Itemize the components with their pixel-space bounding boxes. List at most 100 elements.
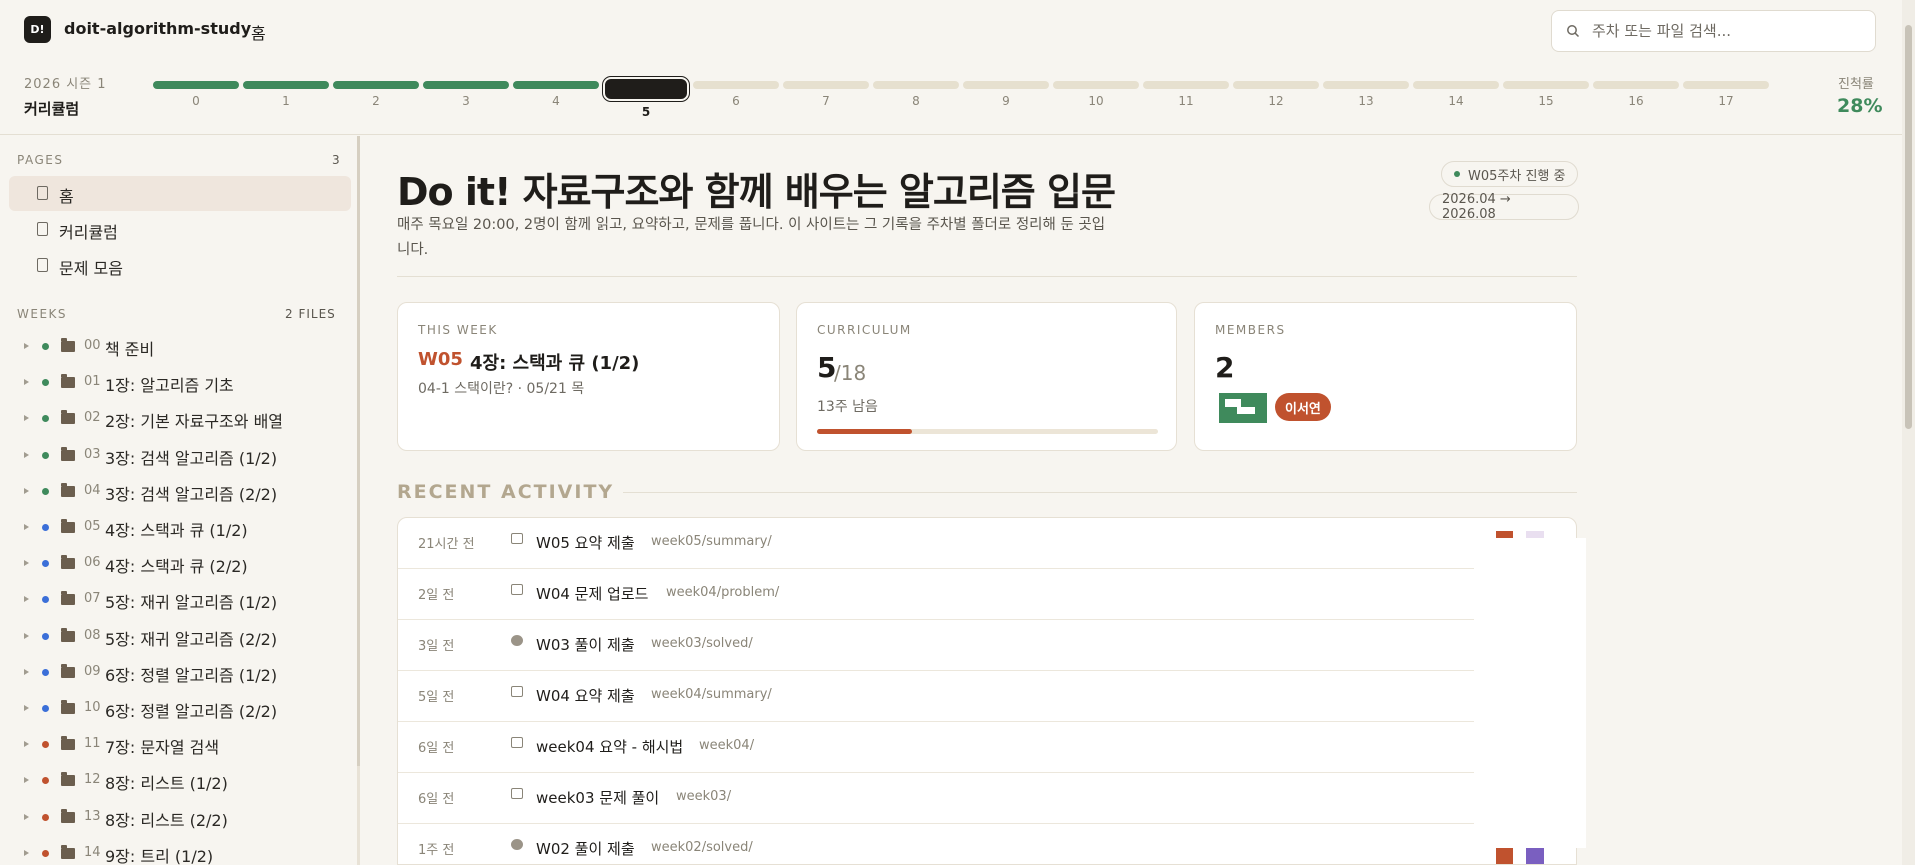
page-scrollbar[interactable] [1902,0,1915,865]
activity-row[interactable]: 2일 전 W04 문제 업로드 week04/problem/ [398,569,1576,620]
activity-title[interactable]: W04 요약 제출 [536,685,635,706]
sidebar-page-item[interactable]: 문제 모음 [9,248,351,283]
this-week-card[interactable]: THIS WEEK W05 4장: 스택과 큐 (1/2) 04-1 스택이란?… [397,302,780,451]
activity-path[interactable]: week04/problem/ [666,585,779,600]
app-logo[interactable]: D! [24,16,51,43]
sidebar-week-item[interactable]: 09 6장: 정렬 알고리즘 (1/2) [9,659,351,689]
expand-caret-icon[interactable] [24,741,29,748]
sidebar-page-item[interactable]: 커리큘럼 [9,212,351,247]
sidebar-week-item[interactable]: 00 책 준비 [9,333,351,363]
curriculum-progress-bar [817,429,1158,434]
search-box[interactable] [1551,10,1876,52]
week-segment-13[interactable] [1323,81,1409,89]
expand-caret-icon[interactable] [24,524,29,530]
week-segment-14[interactable] [1413,81,1499,89]
activity-path[interactable]: week05/summary/ [651,534,772,549]
activity-path[interactable]: week04/ [699,738,754,753]
week-segment-5[interactable] [602,76,690,102]
expand-caret-icon[interactable] [24,415,29,422]
sidebar-week-item[interactable]: 08 5장: 재귀 알고리즘 (2/2) [9,623,351,653]
activity-row[interactable]: 1주 전 W02 풀이 제출 week02/solved/ [398,824,1576,864]
status-dot [42,849,49,857]
activity-row[interactable]: 21시간 전 W05 요약 제출 week05/summary/ [398,518,1576,569]
week-segment-15[interactable] [1503,81,1589,89]
week-segment-10[interactable] [1053,81,1139,89]
activity-title[interactable]: week04 요약 - 해시법 [536,736,683,757]
week-segment-17[interactable] [1683,81,1769,89]
progress-value: 28% [1837,95,1883,117]
week-num: 03 [84,446,101,462]
member-badge[interactable]: 이서연 [1275,393,1331,421]
status-dot [42,415,49,423]
sidebar-scrollbar[interactable] [357,136,360,766]
avatar[interactable] [1219,393,1267,423]
week-segment-6[interactable] [693,81,779,89]
week-segment-12[interactable] [1233,81,1319,89]
activity-title[interactable]: W02 풀이 제출 [536,838,635,859]
scrollbar-thumb[interactable] [1905,25,1912,429]
activity-time: 1주 전 [418,843,455,858]
app-name[interactable]: doit-algorithm-study [64,19,251,38]
sidebar-page-label: 홈 [59,187,74,206]
week-segment-2[interactable] [333,81,419,89]
expand-caret-icon[interactable] [24,487,29,494]
week-segment-9[interactable] [963,81,1049,89]
folder-icon [61,410,75,425]
expand-caret-icon[interactable] [24,813,29,820]
week-num: 02 [84,410,101,426]
expand-caret-icon[interactable] [24,849,29,856]
week-number-label: 8 [912,94,920,108]
activity-title[interactable]: week03 문제 풀이 [536,787,659,808]
week-segment-7[interactable] [783,81,869,89]
sidebar-week-item[interactable]: 07 5장: 재귀 알고리즘 (1/2) [9,586,351,616]
curriculum-card[interactable]: CURRICULUM 5 /18 13주 남음 [796,302,1177,451]
expand-caret-icon[interactable] [24,451,29,458]
week-segment-11[interactable] [1143,81,1229,89]
week-segment-16[interactable] [1593,81,1679,89]
sidebar-week-item[interactable]: 11 7장: 문자열 검색 [9,731,351,761]
activity-path[interactable]: week03/ [676,789,731,804]
activity-path[interactable]: week02/solved/ [651,840,753,855]
sidebar-page-item[interactable]: 홈 [9,176,351,211]
sidebar-week-item[interactable]: 06 4장: 스택과 큐 (2/2) [9,550,351,580]
sidebar-week-item[interactable]: 04 3장: 검색 알고리즘 (2/2) [9,478,351,508]
week-segment-1[interactable] [243,81,329,89]
activity-row[interactable]: 3일 전 W03 풀이 제출 week03/solved/ [398,620,1576,671]
activity-title[interactable]: W03 풀이 제출 [536,634,635,655]
week-number-label: 6 [732,94,740,108]
activity-title[interactable]: W05 요약 제출 [536,532,635,553]
sidebar-week-item[interactable]: 03 3장: 검색 알고리즘 (1/2) [9,442,351,472]
sidebar-week-item[interactable]: 01 1장: 알고리즘 기초 [9,369,351,399]
sidebar-week-item[interactable]: 13 8장: 리스트 (2/2) [9,804,351,834]
expand-caret-icon[interactable] [24,777,29,784]
members-card[interactable]: MEMBERS 2 이서연 [1194,302,1577,451]
activity-row[interactable]: 5일 전 W04 요약 제출 week04/summary/ [398,671,1576,722]
expand-caret-icon[interactable] [24,379,29,386]
week-number-label: 4 [552,94,560,108]
recent-activity-title: RECENT ACTIVITY [397,481,615,503]
expand-caret-icon[interactable] [24,668,29,675]
activity-row[interactable]: 6일 전 week04 요약 - 해시법 week04/ [398,722,1576,773]
weeks-count: 2 FILES [285,307,336,321]
week-segment-8[interactable] [873,81,959,89]
activity-row[interactable]: 6일 전 week03 문제 풀이 week03/ [398,773,1576,824]
search-input[interactable] [1592,19,1862,43]
sidebar-week-item[interactable]: 12 8장: 리스트 (1/2) [9,767,351,797]
sidebar-week-item[interactable]: 02 2장: 기본 자료구조와 배열 [9,405,351,435]
sidebar-week-item[interactable]: 10 6장: 정렬 알고리즘 (2/2) [9,695,351,725]
activity-path[interactable]: week04/summary/ [651,687,772,702]
week-segment-0[interactable] [153,81,239,89]
sidebar-week-item[interactable]: 05 4장: 스택과 큐 (1/2) [9,514,351,544]
week-segment-3[interactable] [423,81,509,89]
expand-caret-icon[interactable] [24,343,29,349]
expand-caret-icon[interactable] [24,632,29,639]
expand-caret-icon[interactable] [24,596,29,603]
week-num: 14 [84,844,101,860]
sidebar-week-item[interactable]: 14 9장: 트리 (1/2) [9,840,351,865]
activity-title[interactable]: W04 문제 업로드 [536,583,648,604]
week-segment-4[interactable] [513,81,599,89]
expand-caret-icon[interactable] [24,705,29,711]
expand-caret-icon[interactable] [24,560,29,567]
activity-path[interactable]: week03/solved/ [651,636,753,651]
markdown-icon [511,533,523,544]
